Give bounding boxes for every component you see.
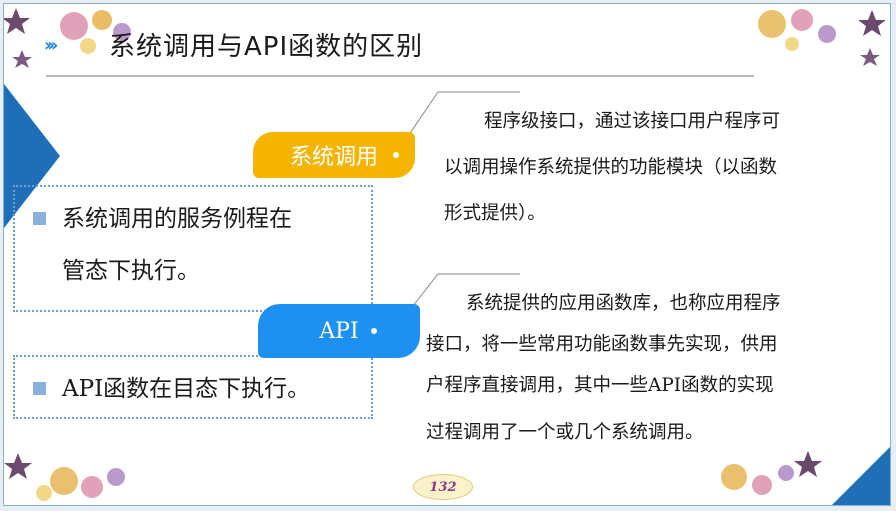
- api-desc-line2: 接口，将一些常用功能函数事先实现，供用: [426, 334, 778, 355]
- api-point-line1: API函数在目态下执行。: [62, 376, 311, 402]
- syscall-desc-line3: 形式提供）。: [444, 203, 546, 224]
- bullet-icon: [33, 212, 46, 225]
- syscall-badge-label: 系统调用: [289, 145, 378, 170]
- syscall-badge-dot: [393, 152, 399, 158]
- syscall-desc-line1: 程序级接口，通过该接口用户程序可: [484, 111, 781, 132]
- syscall-point-line2: 管态下执行。: [62, 258, 200, 284]
- api-desc-line4: 过程调用了一个或几个系统调用。: [426, 422, 704, 443]
- page-number: 132: [429, 479, 457, 495]
- bullet-icon: [33, 382, 46, 395]
- syscall-point-line1: 系统调用的服务例程在: [62, 206, 292, 232]
- api-badge-dot: [371, 328, 377, 334]
- syscall-badge: 系统调用: [253, 132, 415, 178]
- syscall-desc-line2: 以调用操作系统提供的功能模块（以函数: [444, 157, 778, 178]
- slide: ››› 系统调用与API函数的区别 系统调用的服务例程在 管态下执行。 API函…: [3, 3, 891, 506]
- api-desc-line3: 户程序直接调用，其中一些API函数的实现: [426, 375, 774, 396]
- api-badge: API: [258, 304, 420, 358]
- page-number-badge: 132: [413, 474, 473, 500]
- api-desc-line1: 系统提供的应用函数库，也称应用程序: [466, 293, 781, 314]
- api-badge-label: API: [319, 318, 359, 344]
